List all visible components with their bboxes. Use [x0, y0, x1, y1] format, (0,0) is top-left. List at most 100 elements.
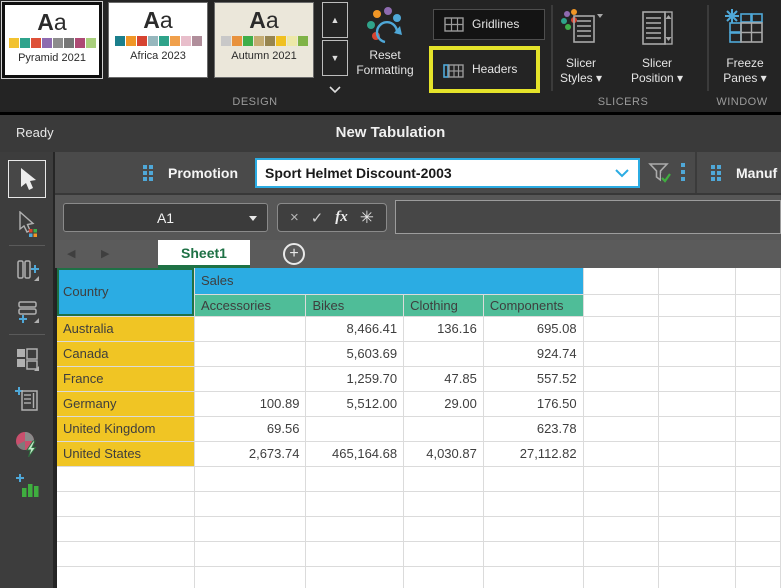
- column-header-cell[interactable]: Accessories: [194, 294, 306, 316]
- format-select-tool-button[interactable]: [8, 205, 46, 243]
- row-header-cell[interactable]: Canada: [57, 341, 194, 366]
- data-cell[interactable]: 924.74: [483, 341, 583, 366]
- empty-cell[interactable]: [658, 541, 736, 566]
- data-cell[interactable]: 27,112.82: [483, 441, 583, 466]
- drag-handle-icon[interactable]: [143, 165, 154, 182]
- empty-cell[interactable]: [658, 366, 736, 391]
- empty-cell[interactable]: [404, 491, 484, 516]
- empty-cell[interactable]: [583, 566, 658, 588]
- drag-handle-icon[interactable]: [711, 165, 722, 182]
- corner-header-cell[interactable]: Country: [57, 268, 194, 316]
- empty-cell[interactable]: [306, 566, 404, 588]
- empty-cell[interactable]: [736, 491, 781, 516]
- add-sheet-button[interactable]: +: [283, 243, 305, 265]
- empty-cell[interactable]: [583, 391, 658, 416]
- empty-cell[interactable]: [194, 341, 306, 366]
- empty-cell[interactable]: [194, 541, 306, 566]
- data-cell[interactable]: 2,673.74: [194, 441, 306, 466]
- column-header-cell[interactable]: Components: [483, 294, 583, 316]
- empty-cell[interactable]: [194, 366, 306, 391]
- empty-cell[interactable]: [658, 441, 736, 466]
- layout-blocks-button[interactable]: [8, 340, 46, 378]
- empty-cell[interactable]: [194, 491, 306, 516]
- empty-cell[interactable]: [583, 516, 658, 541]
- data-cell[interactable]: 5,512.00: [306, 391, 404, 416]
- empty-cell[interactable]: [736, 391, 781, 416]
- empty-cell[interactable]: [404, 516, 484, 541]
- data-cell[interactable]: 557.52: [483, 366, 583, 391]
- row-header-cell[interactable]: Germany: [57, 391, 194, 416]
- empty-cell[interactable]: [658, 316, 736, 341]
- empty-cell[interactable]: [658, 391, 736, 416]
- prev-sheet-button[interactable]: ◀: [67, 247, 75, 260]
- empty-cell[interactable]: [583, 268, 658, 294]
- gallery-expand-button[interactable]: [322, 78, 348, 102]
- empty-cell[interactable]: [736, 466, 781, 491]
- empty-cell[interactable]: [57, 516, 194, 541]
- row-header-cell[interactable]: United States: [57, 441, 194, 466]
- reset-formatting-button[interactable]: Reset Formatting: [348, 4, 422, 94]
- freeze-panes-button[interactable]: Freeze Panes ▾: [710, 2, 780, 94]
- empty-cell[interactable]: [404, 566, 484, 588]
- gallery-scroll-up-button[interactable]: ▲: [322, 2, 348, 38]
- data-cell[interactable]: 29.00: [404, 391, 484, 416]
- empty-cell[interactable]: [483, 466, 583, 491]
- empty-cell[interactable]: [583, 416, 658, 441]
- empty-cell[interactable]: [736, 441, 781, 466]
- empty-cell[interactable]: [658, 466, 736, 491]
- row-header-cell[interactable]: France: [57, 366, 194, 391]
- data-cell[interactable]: 623.78: [483, 416, 583, 441]
- empty-cell[interactable]: [194, 566, 306, 588]
- data-cell[interactable]: 695.08: [483, 316, 583, 341]
- data-cell[interactable]: 100.89: [194, 391, 306, 416]
- empty-cell[interactable]: [658, 268, 736, 294]
- headers-toggle-button[interactable]: Headers: [437, 54, 533, 85]
- empty-cell[interactable]: [583, 316, 658, 341]
- pie-analysis-button[interactable]: [8, 424, 46, 462]
- empty-cell[interactable]: [404, 541, 484, 566]
- empty-cell[interactable]: [658, 516, 736, 541]
- empty-cell[interactable]: [736, 541, 781, 566]
- data-cell[interactable]: 4,030.87: [404, 441, 484, 466]
- empty-cell[interactable]: [194, 466, 306, 491]
- empty-cell[interactable]: [583, 294, 658, 316]
- empty-cell[interactable]: [483, 491, 583, 516]
- row-header-cell[interactable]: United Kingdom: [57, 416, 194, 441]
- empty-cell[interactable]: [658, 491, 736, 516]
- empty-cell[interactable]: [404, 341, 484, 366]
- select-tool-button[interactable]: [8, 160, 46, 198]
- row-header-cell[interactable]: Australia: [57, 316, 194, 341]
- filter-dropdown[interactable]: Sport Helmet Discount-2003: [255, 158, 640, 188]
- empty-cell[interactable]: [658, 416, 736, 441]
- data-cell[interactable]: 47.85: [404, 366, 484, 391]
- data-cell[interactable]: 8,466.41: [306, 316, 404, 341]
- gridlines-toggle-button[interactable]: Gridlines: [433, 9, 545, 40]
- cancel-entry-button[interactable]: ×: [290, 209, 299, 226]
- insert-slicer-button[interactable]: [8, 380, 46, 418]
- empty-cell[interactable]: [736, 516, 781, 541]
- empty-cell[interactable]: [57, 466, 194, 491]
- empty-cell[interactable]: [736, 416, 781, 441]
- empty-cell[interactable]: [306, 541, 404, 566]
- insert-chart-button[interactable]: [8, 466, 46, 504]
- empty-cell[interactable]: [194, 516, 306, 541]
- empty-cell[interactable]: [57, 541, 194, 566]
- empty-cell[interactable]: [306, 416, 404, 441]
- empty-cell[interactable]: [736, 294, 781, 316]
- empty-cell[interactable]: [194, 316, 306, 341]
- filter-applied-icon[interactable]: [648, 162, 672, 184]
- empty-cell[interactable]: [736, 341, 781, 366]
- empty-cell[interactable]: [57, 566, 194, 588]
- empty-cell[interactable]: [306, 491, 404, 516]
- empty-cell[interactable]: [583, 541, 658, 566]
- empty-cell[interactable]: [57, 491, 194, 516]
- theme-card[interactable]: AaAutumn 2021: [214, 2, 314, 78]
- empty-cell[interactable]: [736, 268, 781, 294]
- empty-cell[interactable]: [483, 541, 583, 566]
- empty-cell[interactable]: [583, 441, 658, 466]
- empty-cell[interactable]: [483, 516, 583, 541]
- empty-cell[interactable]: [306, 516, 404, 541]
- empty-cell[interactable]: [736, 366, 781, 391]
- data-cell[interactable]: 1,259.70: [306, 366, 404, 391]
- empty-cell[interactable]: [583, 491, 658, 516]
